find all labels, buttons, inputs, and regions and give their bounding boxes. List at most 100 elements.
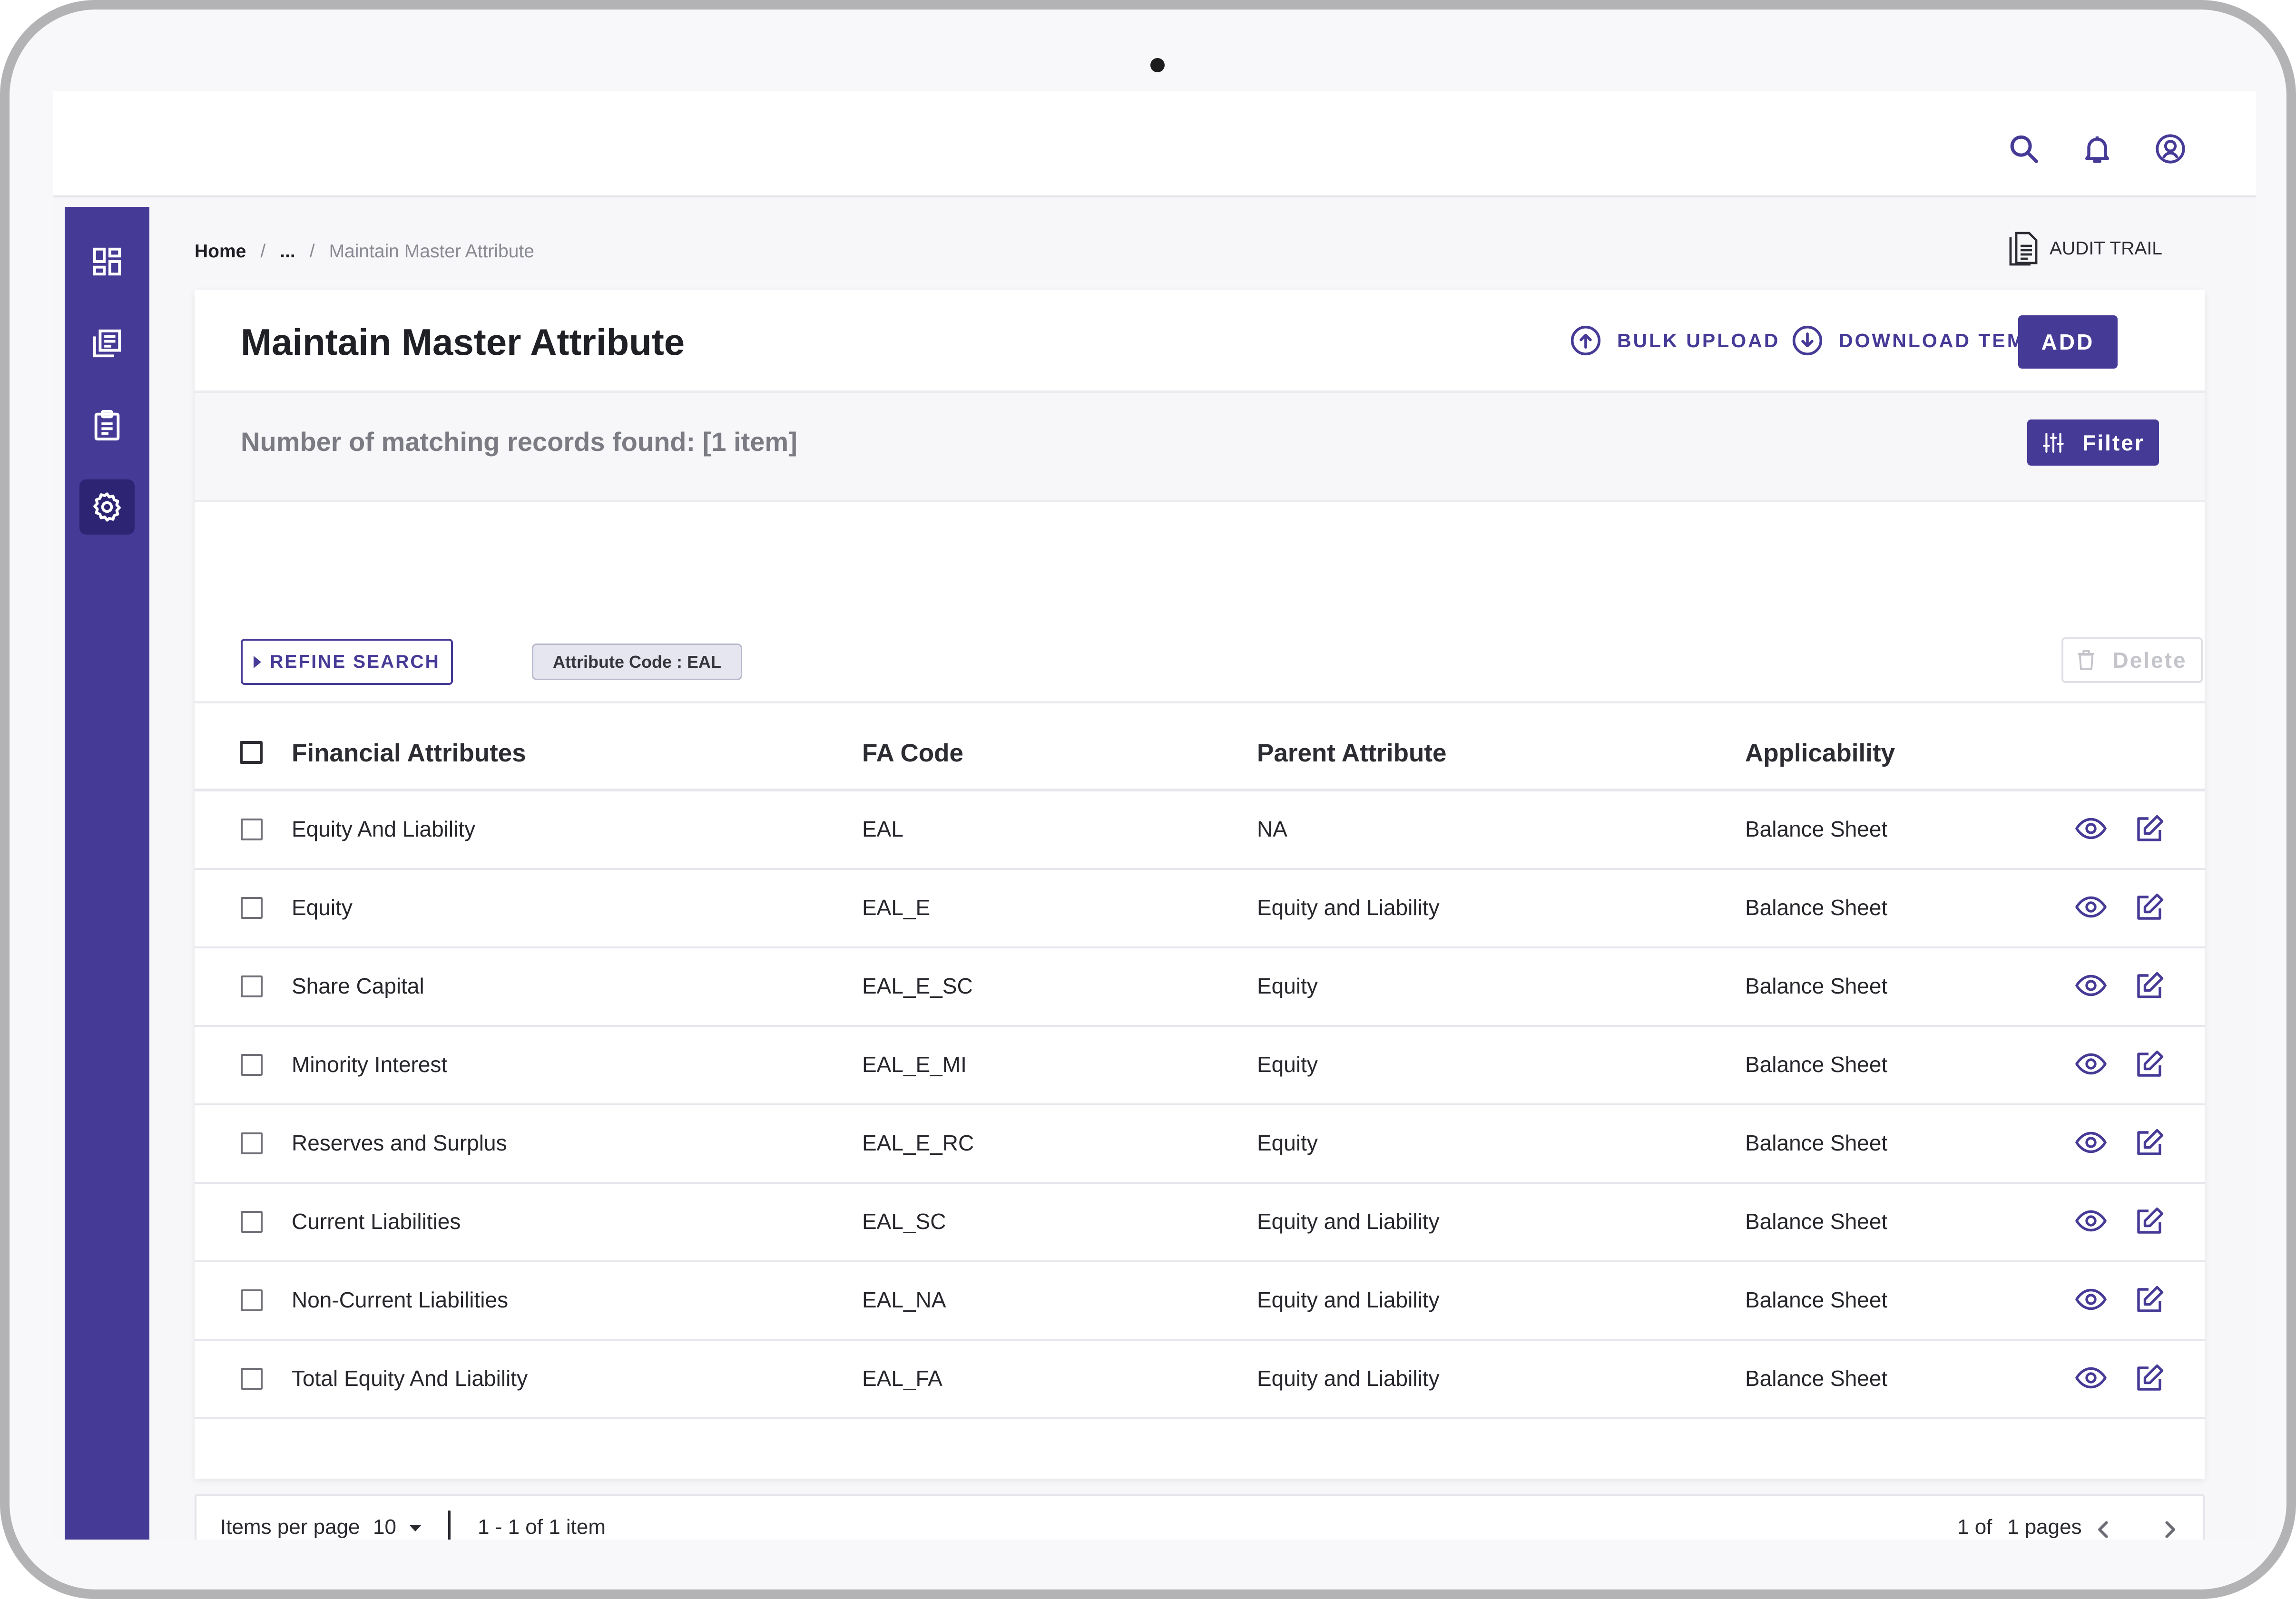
cell-fa-code: EAL_SC bbox=[862, 1209, 946, 1234]
view-eye-icon[interactable] bbox=[2074, 1282, 2108, 1316]
table-row: Minority Interest EAL_E_MI Equity Balance S… bbox=[195, 1027, 2205, 1105]
view-eye-icon[interactable] bbox=[2074, 890, 2108, 924]
cell-parent-attribute: Equity bbox=[1257, 1052, 1318, 1077]
delete-button[interactable]: Delete bbox=[2061, 637, 2203, 683]
row-checkbox[interactable] bbox=[241, 1211, 263, 1233]
page-title: Maintain Master Attribute bbox=[241, 321, 685, 363]
search-icon[interactable] bbox=[2007, 132, 2041, 166]
audit-trail-link[interactable]: AUDIT TRAIL bbox=[2009, 232, 2162, 266]
user-circle-icon[interactable] bbox=[2154, 132, 2187, 166]
cell-parent-attribute: Equity and Liability bbox=[1257, 895, 1440, 920]
library-icon bbox=[93, 329, 121, 358]
cell-applicability: Balance Sheet bbox=[1745, 895, 1888, 920]
refine-search-label: REFINE SEARCH bbox=[270, 651, 440, 672]
filter-chip[interactable]: Attribute Code : EAL bbox=[532, 644, 742, 680]
view-eye-icon[interactable] bbox=[2074, 1204, 2108, 1238]
trash-icon bbox=[2078, 650, 2095, 670]
edit-icon[interactable] bbox=[2133, 1361, 2167, 1395]
table-row: Current Liabilities EAL_SC Equity and Liab… bbox=[195, 1184, 2205, 1262]
pages-label: 1 pages bbox=[2007, 1515, 2082, 1539]
top-bar bbox=[53, 91, 2256, 197]
table-header: Financial Attributes FA Code Parent Attr… bbox=[195, 701, 2205, 791]
breadcrumb-ellipsis[interactable]: ... bbox=[280, 241, 295, 262]
app-screen: Home / ... / Maintain Master Attribute A… bbox=[53, 91, 2256, 1540]
pagination-divider bbox=[448, 1511, 451, 1540]
header-financial-attributes: Financial Attributes bbox=[292, 739, 526, 767]
edit-icon[interactable] bbox=[2133, 1047, 2167, 1081]
cell-financial-attribute: Total Equity And Liability bbox=[292, 1366, 528, 1391]
cell-applicability: Balance Sheet bbox=[1745, 1366, 1888, 1391]
sidebar bbox=[65, 207, 149, 1540]
sidebar-item-clipboard[interactable] bbox=[79, 398, 135, 453]
row-checkbox[interactable] bbox=[241, 1368, 263, 1390]
breadcrumb-current: Maintain Master Attribute bbox=[329, 241, 534, 262]
download-circle-icon bbox=[1792, 325, 1823, 356]
table-row: Non-Current Liabilities EAL_NA Equity and … bbox=[195, 1262, 2205, 1341]
cell-applicability: Balance Sheet bbox=[1745, 1131, 1888, 1155]
sidebar-item-library[interactable] bbox=[79, 316, 135, 371]
cell-fa-code: EAL_FA bbox=[862, 1366, 942, 1391]
row-checkbox[interactable] bbox=[241, 1054, 263, 1076]
refine-search-button[interactable]: REFINE SEARCH bbox=[241, 639, 453, 685]
edit-icon[interactable] bbox=[2133, 890, 2167, 924]
row-checkbox[interactable] bbox=[241, 819, 263, 840]
cell-fa-code: EAL_E bbox=[862, 895, 931, 920]
table-body: Equity And Liability EAL NA Balance Sheet Eq… bbox=[195, 791, 2205, 1419]
pagination-range: 1 - 1 of 1 item bbox=[478, 1515, 606, 1539]
view-eye-icon[interactable] bbox=[2074, 1125, 2108, 1160]
row-checkbox[interactable] bbox=[241, 1289, 263, 1311]
edit-icon[interactable] bbox=[2133, 1204, 2167, 1238]
dashboard-icon bbox=[93, 247, 121, 276]
filter-button[interactable]: Filter bbox=[2027, 419, 2159, 466]
camera-dot bbox=[1150, 58, 1165, 72]
view-eye-icon[interactable] bbox=[2074, 1047, 2108, 1081]
sidebar-item-dashboard[interactable] bbox=[79, 234, 135, 289]
bulk-upload-button[interactable]: BULK UPLOAD bbox=[1570, 324, 1780, 357]
cell-parent-attribute: Equity and Liability bbox=[1257, 1366, 1440, 1391]
cell-financial-attribute: Equity bbox=[292, 895, 353, 920]
cell-applicability: Balance Sheet bbox=[1745, 1052, 1888, 1077]
chevron-right-icon[interactable] bbox=[2155, 1514, 2185, 1540]
sidebar-item-settings[interactable] bbox=[79, 479, 135, 535]
settings-icon bbox=[93, 492, 121, 522]
table-row: Total Equity And Liability EAL_FA Equity a… bbox=[195, 1341, 2205, 1419]
header-applicability: Applicability bbox=[1745, 739, 1895, 767]
header-parent-attribute: Parent Attribute bbox=[1257, 739, 1447, 767]
records-bar: Number of matching records found: [1 ite… bbox=[195, 393, 2205, 502]
chevron-down-icon[interactable] bbox=[409, 1525, 422, 1531]
table-row: Reserves and Surplus EAL_E_RC Equity Balanc… bbox=[195, 1105, 2205, 1184]
view-eye-icon[interactable] bbox=[2074, 1361, 2108, 1395]
cell-applicability: Balance Sheet bbox=[1745, 817, 1888, 841]
view-eye-icon[interactable] bbox=[2074, 968, 2108, 1003]
edit-icon[interactable] bbox=[2133, 811, 2167, 846]
cell-fa-code: EAL bbox=[862, 817, 903, 841]
breadcrumb-home[interactable]: Home bbox=[195, 241, 246, 262]
row-checkbox[interactable] bbox=[241, 975, 263, 997]
chevron-left-icon[interactable] bbox=[2088, 1514, 2119, 1540]
cell-fa-code: EAL_E_SC bbox=[862, 974, 973, 998]
cell-fa-code: EAL_E_MI bbox=[862, 1052, 967, 1077]
page-of-label: 1 of bbox=[1957, 1515, 1992, 1539]
cell-parent-attribute: Equity bbox=[1257, 974, 1318, 998]
select-all-checkbox[interactable] bbox=[240, 741, 263, 764]
cell-parent-attribute: Equity and Liability bbox=[1257, 1287, 1440, 1312]
row-checkbox[interactable] bbox=[241, 1132, 263, 1154]
cell-financial-attribute: Equity And Liability bbox=[292, 817, 476, 841]
cell-financial-attribute: Current Liabilities bbox=[292, 1209, 461, 1234]
edit-icon[interactable] bbox=[2133, 968, 2167, 1003]
main-card: Maintain Master Attribute BULK UPLOAD DO… bbox=[195, 290, 2205, 1540]
add-button[interactable]: ADD bbox=[2018, 315, 2118, 369]
sliders-icon bbox=[2043, 432, 2064, 453]
breadcrumb: Home / ... / Maintain Master Attribute bbox=[195, 240, 534, 263]
cell-parent-attribute: Equity and Liability bbox=[1257, 1209, 1440, 1234]
row-checkbox[interactable] bbox=[241, 897, 263, 919]
items-per-page-select[interactable]: 10 bbox=[373, 1515, 396, 1539]
caret-right-icon bbox=[254, 655, 262, 668]
bulk-upload-label: BULK UPLOAD bbox=[1617, 329, 1780, 351]
view-eye-icon[interactable] bbox=[2074, 811, 2108, 846]
edit-icon[interactable] bbox=[2133, 1125, 2167, 1160]
edit-icon[interactable] bbox=[2133, 1282, 2167, 1316]
table-row: Share Capital EAL_E_SC Equity Balance Sheet bbox=[195, 948, 2205, 1027]
breadcrumb-separator: / bbox=[309, 241, 315, 262]
bell-icon[interactable] bbox=[2080, 132, 2114, 166]
